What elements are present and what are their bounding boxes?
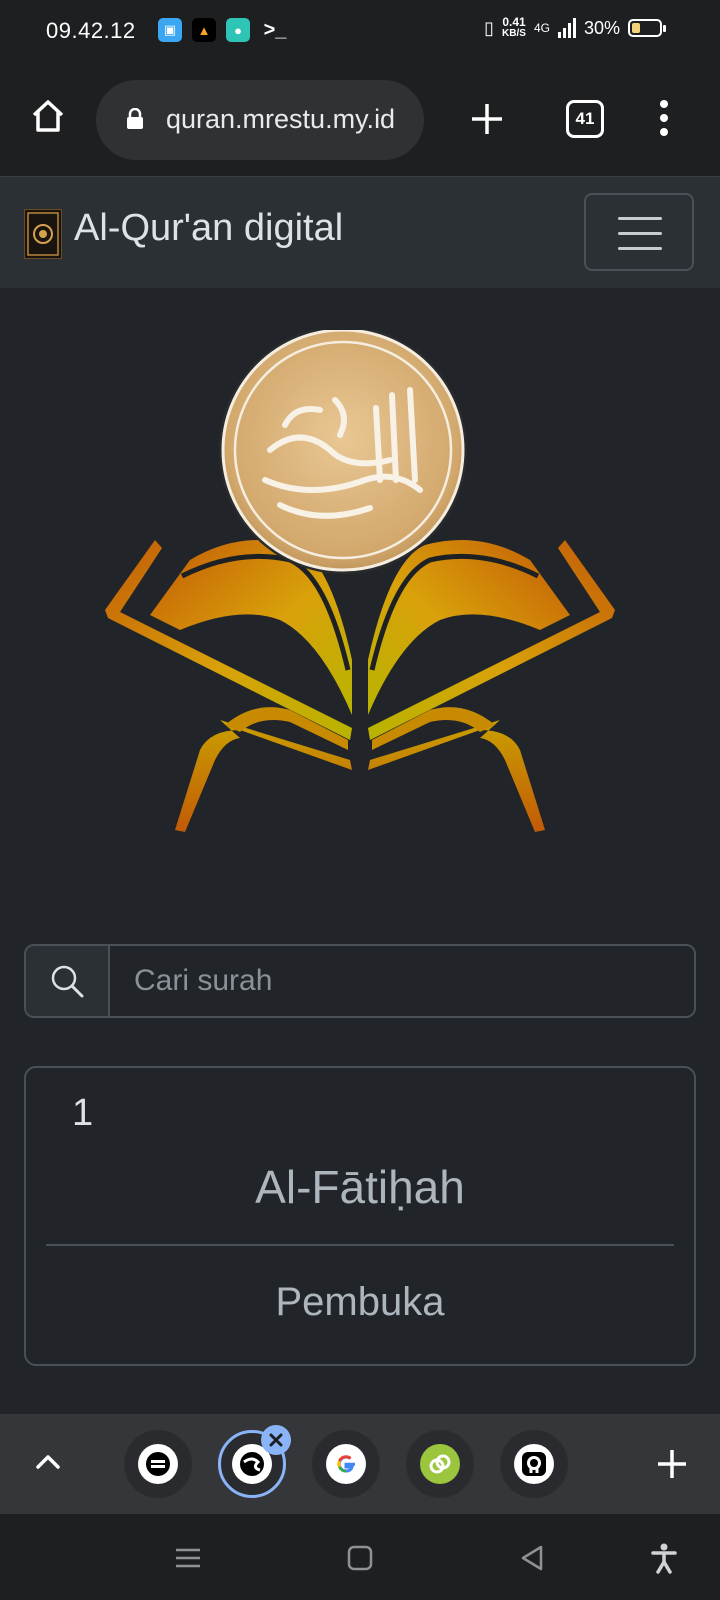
google-icon <box>326 1444 366 1484</box>
quran-hero-illustration <box>105 330 615 832</box>
add-tab-icon[interactable] <box>656 1448 688 1480</box>
site-favicon-icon <box>138 1444 178 1484</box>
chat-app-icon: ● <box>226 18 250 42</box>
tab-switcher-button[interactable]: 41 <box>566 100 604 138</box>
surah-meaning: Pembuka <box>275 1280 445 1324</box>
close-icon <box>269 1433 283 1447</box>
bilibili-icon: ▣ <box>158 18 182 42</box>
surah-name: Al-Fātiḥah <box>255 1161 465 1213</box>
hamburger-icon <box>618 247 662 250</box>
github-icon <box>514 1444 554 1484</box>
surah-card[interactable]: 1 Al-Fātiḥah Pembuka <box>24 1066 696 1366</box>
surah-search-input[interactable] <box>110 946 694 1016</box>
hamburger-icon <box>618 217 662 220</box>
warning-app-icon: ▲ <box>192 18 216 42</box>
battery-icon <box>628 19 666 37</box>
status-bar: 09.42.12 ▣ ▲ ● >_ ▯ 0.41 KB/S 4G 30% <box>0 0 720 64</box>
surah-search-group <box>24 944 696 1018</box>
address-bar[interactable]: quran.mrestu.my.id <box>96 80 424 160</box>
home-icon[interactable] <box>28 96 68 136</box>
site-navbar: Al-Qur'an digital <box>0 176 720 288</box>
tab-strip <box>0 1414 720 1514</box>
lock-icon <box>127 108 143 129</box>
status-time: 09.42.12 <box>46 18 136 43</box>
vibrate-icon: ▯ <box>484 17 495 38</box>
status-indicators: ▯ 0.41 KB/S 4G 30% <box>484 16 666 40</box>
battery-fill <box>632 23 640 33</box>
battery-percent: 30% <box>583 17 620 38</box>
tab-thumbnail-active[interactable] <box>218 1425 291 1498</box>
tab-thumbnail-google[interactable] <box>312 1430 380 1498</box>
notification-icons: ▣ ▲ ● >_ <box>158 18 290 42</box>
close-tab-button[interactable] <box>261 1425 291 1455</box>
hamburger-icon <box>618 232 662 235</box>
quran-book-icon[interactable] <box>24 209 62 259</box>
url-text[interactable]: quran.mrestu.my.id <box>166 104 406 135</box>
speed-value: 0.41 <box>502 15 526 29</box>
network-type: 4G <box>533 21 550 35</box>
tab-thumbnail-1[interactable] <box>124 1430 192 1498</box>
navbar-toggle-button[interactable] <box>584 193 694 271</box>
tab-thumbnail-link[interactable] <box>406 1430 474 1498</box>
card-divider <box>46 1244 674 1246</box>
back-icon[interactable] <box>516 1542 548 1574</box>
search-icon <box>51 965 84 998</box>
speed-unit: KB/S <box>502 28 526 39</box>
home-button-icon[interactable] <box>344 1542 376 1574</box>
terminal-icon: >_ <box>263 18 287 41</box>
accessibility-icon[interactable] <box>648 1542 680 1574</box>
browser-toolbar: quran.mrestu.my.id 41 <box>0 64 720 176</box>
new-tab-icon[interactable] <box>470 102 504 136</box>
search-addon <box>26 946 110 1016</box>
tab-thumbnail-github[interactable] <box>500 1430 568 1498</box>
surah-number: 1 <box>72 1092 94 1134</box>
recents-icon[interactable] <box>172 1542 204 1574</box>
network-speed: 0.41 KB/S <box>502 16 526 40</box>
signal-icon <box>557 18 576 38</box>
link-icon <box>420 1444 460 1484</box>
chevron-up-icon[interactable] <box>34 1448 62 1476</box>
brand-title[interactable]: Al-Qur'an digital <box>74 207 343 250</box>
menu-kebab-icon[interactable] <box>660 100 668 136</box>
system-navigation-bar <box>0 1514 720 1600</box>
